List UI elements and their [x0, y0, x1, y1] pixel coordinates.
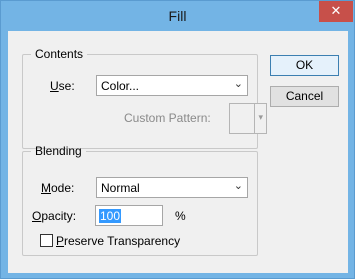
chevron-down-icon: ⌄ [233, 78, 243, 90]
opacity-unit: % [175, 209, 186, 223]
chevron-down-icon: ▾ [258, 112, 263, 122]
mode-select[interactable]: Normal ⌄ [96, 177, 248, 198]
mode-select-value: Normal [101, 181, 140, 195]
preserve-transparency-label[interactable]: Preserve Transparency [56, 234, 180, 248]
cancel-button[interactable]: Cancel [270, 86, 339, 107]
dialog-title: Fill [168, 8, 187, 24]
dialog-body: Contents Use: Color... ⌄ Custom Pattern:… [8, 31, 348, 273]
opacity-label: Opacity: [32, 209, 77, 223]
pattern-picker-divider [254, 104, 255, 133]
use-label: Use: [50, 79, 75, 93]
use-select[interactable]: Color... ⌄ [96, 75, 248, 96]
chevron-down-icon: ⌄ [233, 180, 243, 192]
title-bar[interactable]: Fill ✕ [1, 1, 354, 31]
ok-button[interactable]: OK [270, 55, 339, 76]
contents-legend: Contents [35, 47, 84, 61]
mode-label: Mode: [41, 181, 75, 195]
preserve-transparency-checkbox[interactable] [40, 234, 53, 247]
fill-dialog: Fill ✕ Contents Use: Color... ⌄ Custom P… [0, 0, 355, 279]
opacity-value: 100 [99, 209, 122, 223]
blending-legend: Blending [35, 144, 82, 158]
contents-group: Contents [22, 47, 258, 149]
use-select-value: Color... [101, 79, 140, 93]
custom-pattern-label: Custom Pattern: [124, 111, 211, 125]
close-icon: ✕ [330, 3, 342, 18]
close-button[interactable]: ✕ [319, 1, 353, 22]
opacity-input[interactable]: 100 [95, 205, 163, 226]
custom-pattern-picker: ▾ [229, 103, 267, 134]
